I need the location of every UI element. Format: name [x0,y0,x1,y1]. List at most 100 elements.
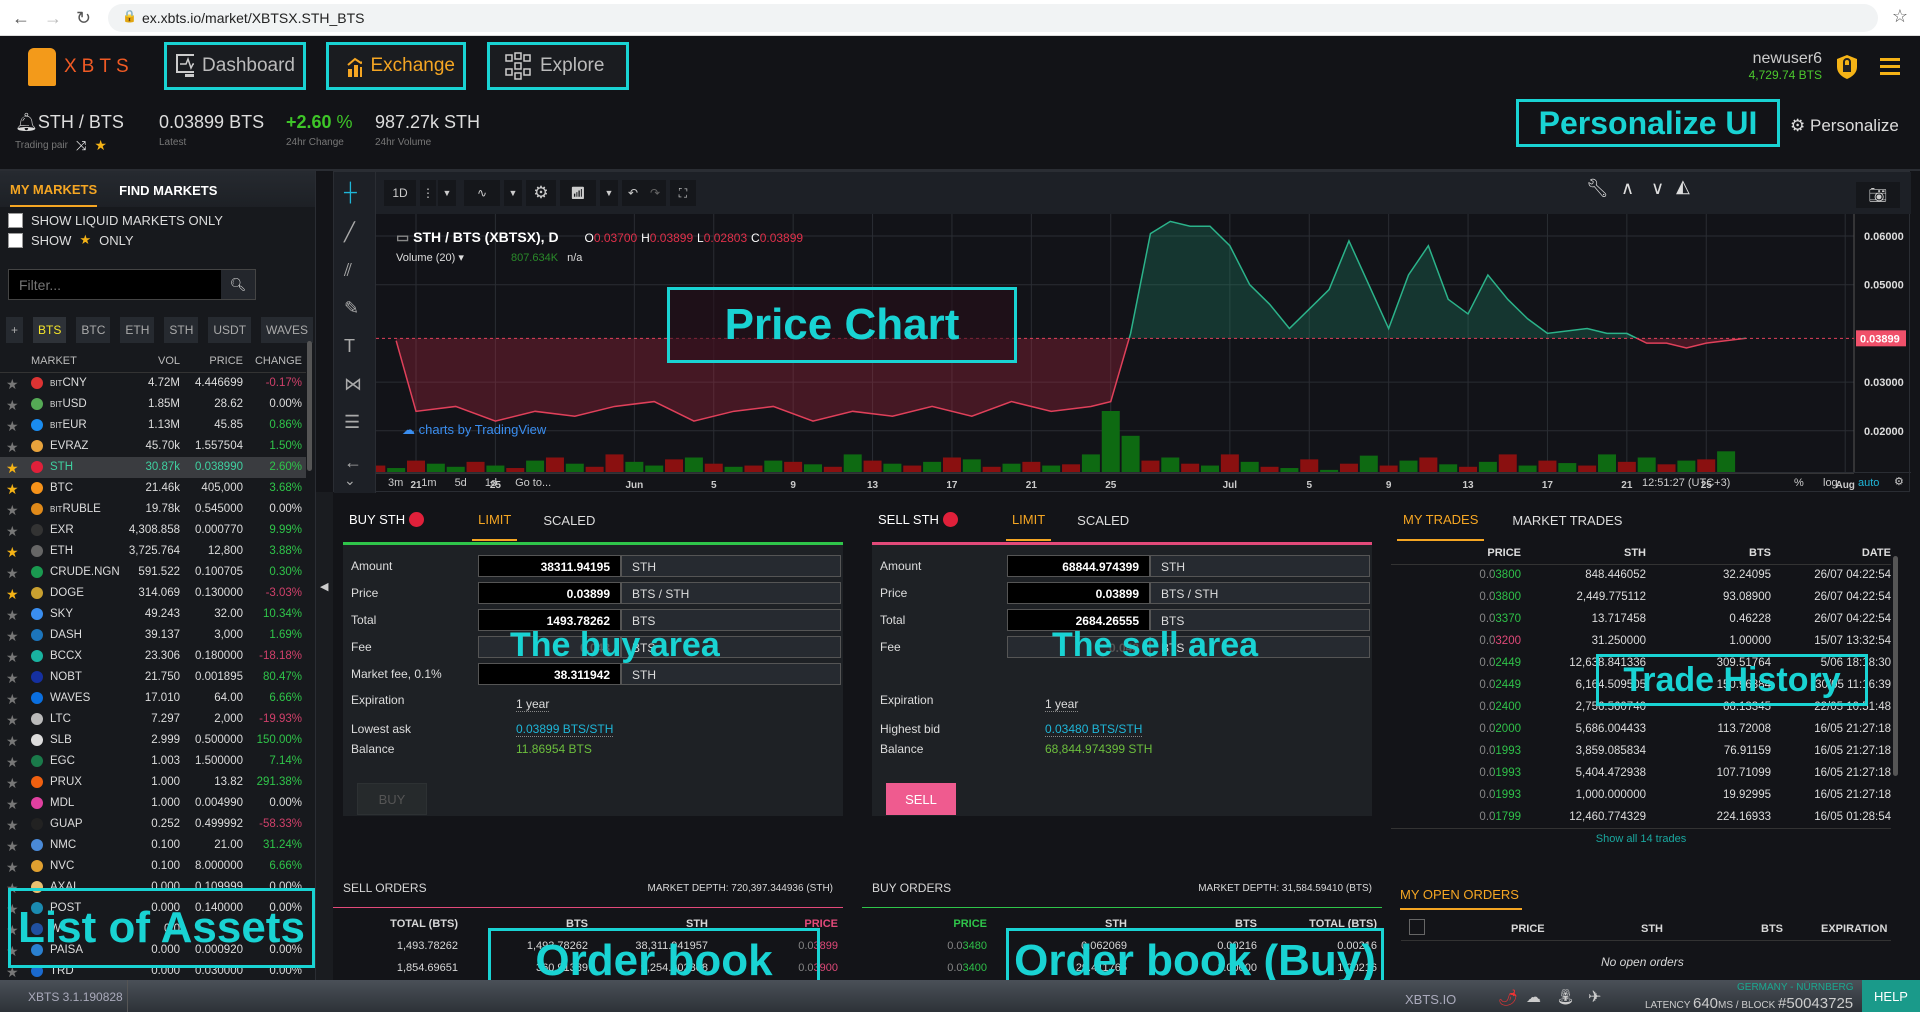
star-icon[interactable]: ★ [6,859,19,876]
back-icon[interactable]: ← [12,8,30,29]
quote-tab-waves[interactable]: WAVES [261,317,314,343]
crosshair-icon[interactable]: ┼ [344,182,357,203]
star-icon[interactable]: ★ [6,712,19,729]
buy-amount-input[interactable]: 38311.94195 [478,555,621,577]
fib-icon[interactable]: ☰ [344,412,360,433]
col-vol[interactable]: VOL [158,355,180,367]
forward-icon[interactable]: → [44,8,62,29]
url-bar[interactable]: 🔒 ex.xbts.io/market/XBTSX.STH_BTS [108,4,1878,32]
range-button[interactable]: 1m [421,477,436,489]
volume-indicator-label[interactable]: Volume (20) [396,252,455,264]
market-row[interactable]: ★ PRUX 1.000 13.82 291.38% [0,772,306,793]
buy-expiration-select[interactable]: 1 year [516,697,550,712]
sell-balance-value[interactable]: 68,844.974399 STH [1045,742,1152,756]
market-row[interactable]: ★ NOBT 21.750 0.001895 80.47% [0,667,306,688]
star-icon[interactable]: ★ [6,796,19,813]
star-icon[interactable]: ★ [6,544,19,561]
lowest-ask-link[interactable]: 0.03899 BTS/STH [516,722,614,737]
sell-price-input[interactable]: 0.03899 [1007,582,1150,604]
star-icon[interactable]: ★ [6,523,19,540]
indicators-icon[interactable]: 📶︎ [560,180,596,206]
star-icon[interactable]: ★ [6,502,19,519]
interval-button[interactable]: 1D [384,180,416,206]
highest-bid-link[interactable]: 0.03480 BTS/STH [1045,722,1143,737]
buy-balance-value[interactable]: 11.86954 BTS [516,742,592,756]
market-row[interactable]: ★ SLB 2.999 0.500000 150.00% [0,730,306,751]
faucet-icon[interactable]: ⛲︎ [1556,988,1575,1006]
range-button[interactable]: 5d [455,477,467,489]
star-icon[interactable]: ★ [6,460,19,477]
market-row[interactable]: ★ WAVES 17.010 64.00 6.66% [0,688,306,709]
star-icon[interactable]: ★ [6,691,19,708]
buy-tab-scaled[interactable]: SCALED [537,499,601,540]
legend-symbol[interactable]: STH / BTS (XBTSX), D [413,229,558,245]
more-icon[interactable]: ⋮ [420,180,436,206]
trading-pair[interactable]: 🔔︎STH / BTS Trading pair ⤨ ★ [15,112,124,154]
market-row[interactable]: ★ NMC 0.100 21.00 31.24% [0,835,306,856]
percent-toggle[interactable]: % [1794,477,1804,489]
tab-market-trades[interactable]: MARKET TRADES [1506,499,1628,540]
star-icon[interactable]: ★ [6,838,19,855]
tab-my-open-orders[interactable]: MY OPEN ORDERS [1400,887,1522,910]
tradingview-watermark[interactable]: ☁ charts by TradingView [402,422,546,438]
market-row[interactable]: ★ BITRUBLE 19.78k 0.545000 0.00% [0,499,306,520]
fullscreen-icon[interactable]: ⛶ [670,180,696,206]
camera-icon[interactable]: 📷︎ [1856,182,1900,208]
star-icon[interactable]: ★ [6,376,19,393]
checkbox[interactable] [8,232,23,248]
star-icon[interactable]: ★ [6,481,19,498]
quote-tab-usdt[interactable]: USDT [208,317,252,343]
caret-left-icon[interactable]: ◀ [320,580,328,593]
market-row[interactable]: ★ EGC 1.003 1.500000 7.14% [0,751,306,772]
indicators-dropdown-icon[interactable]: ▼ [600,180,618,206]
reload-icon[interactable]: ↻ [76,8,91,29]
market-row[interactable]: ★ ETH 3,725.764 12,800 3.88% [0,541,306,562]
brush-icon[interactable]: ✎ [344,298,359,319]
nav-explore[interactable]: Explore [487,42,629,90]
star-icon[interactable]: ★ [6,565,19,582]
col-market[interactable]: MARKET [31,355,77,367]
undo-icon[interactable]: ↶ [622,180,644,206]
collapse-icon[interactable]: ▭ [396,229,409,245]
select-all-checkbox[interactable] [1409,919,1425,935]
chili-icon[interactable]: 🌶︎ [1498,988,1518,1008]
star-icon[interactable]: ★ [6,817,19,834]
star-icon[interactable]: ★ [6,418,19,435]
help-button[interactable]: HELP [1862,980,1920,1012]
market-row[interactable]: ★ EVRAZ 45.70k 1.557504 1.50% [0,436,306,457]
settings-gear-icon[interactable]: ⚙ [526,180,556,206]
arrow-left-icon[interactable]: ← [344,452,362,473]
col-price[interactable]: PRICE [209,355,243,367]
market-row[interactable]: ★ EXR 4,308.858 0.000770 9.99% [0,520,306,541]
market-row[interactable]: ★ NVC 0.100 8.000000 6.66% [0,856,306,877]
auto-toggle[interactable]: auto [1858,477,1879,489]
swap-icon[interactable]: ⤨ [76,138,86,154]
star-icon[interactable]: ★ [6,670,19,687]
tab-my-markets[interactable]: MY MARKETS [10,172,98,207]
nav-dashboard[interactable]: Dashboard [164,42,306,90]
quote-tab-btc[interactable]: BTC [76,317,111,343]
sell-button[interactable]: SELL [886,783,956,815]
personalize-button[interactable]: ⚙ Personalize [1790,116,1899,136]
logo[interactable]: XBTS [28,48,134,86]
sell-tab-scaled[interactable]: SCALED [1071,499,1135,540]
market-row[interactable]: ★ LTC 7.297 2,000 -19.93% [0,709,306,730]
star-icon[interactable]: ★ [6,586,19,603]
tab-my-trades[interactable]: MY TRADES [1397,498,1485,541]
collapse-sidebar[interactable]: ◀ [316,492,333,980]
market-row[interactable]: ★ BCCX 23.306 0.180000 -18.18% [0,646,306,667]
tab-find-markets[interactable]: FIND MARKETS [119,173,217,206]
wrench-icon[interactable]: 🔧︎ [1586,178,1609,199]
bell-icon[interactable]: 🔔︎ [15,112,38,132]
buy-price-input[interactable]: 0.03899 [478,582,621,604]
star-icon[interactable]: ★ [6,649,19,666]
col-change[interactable]: CHANGE [255,355,302,367]
chart-type-icon[interactable]: ∿ [464,180,500,206]
liquid-markets-checkbox[interactable]: SHOW LIQUID MARKETS ONLY [8,213,315,228]
shield-lock-icon[interactable] [1836,54,1858,80]
star-icon[interactable]: ★ [6,439,19,456]
chevron-down-icon[interactable]: ⌄ [344,472,356,489]
market-row[interactable]: ★ BITCNY 4.72M 4.446699 -0.17% [0,373,306,394]
buy-button[interactable]: BUY [357,783,427,815]
nav-exchange[interactable]: Exchange [326,42,466,90]
